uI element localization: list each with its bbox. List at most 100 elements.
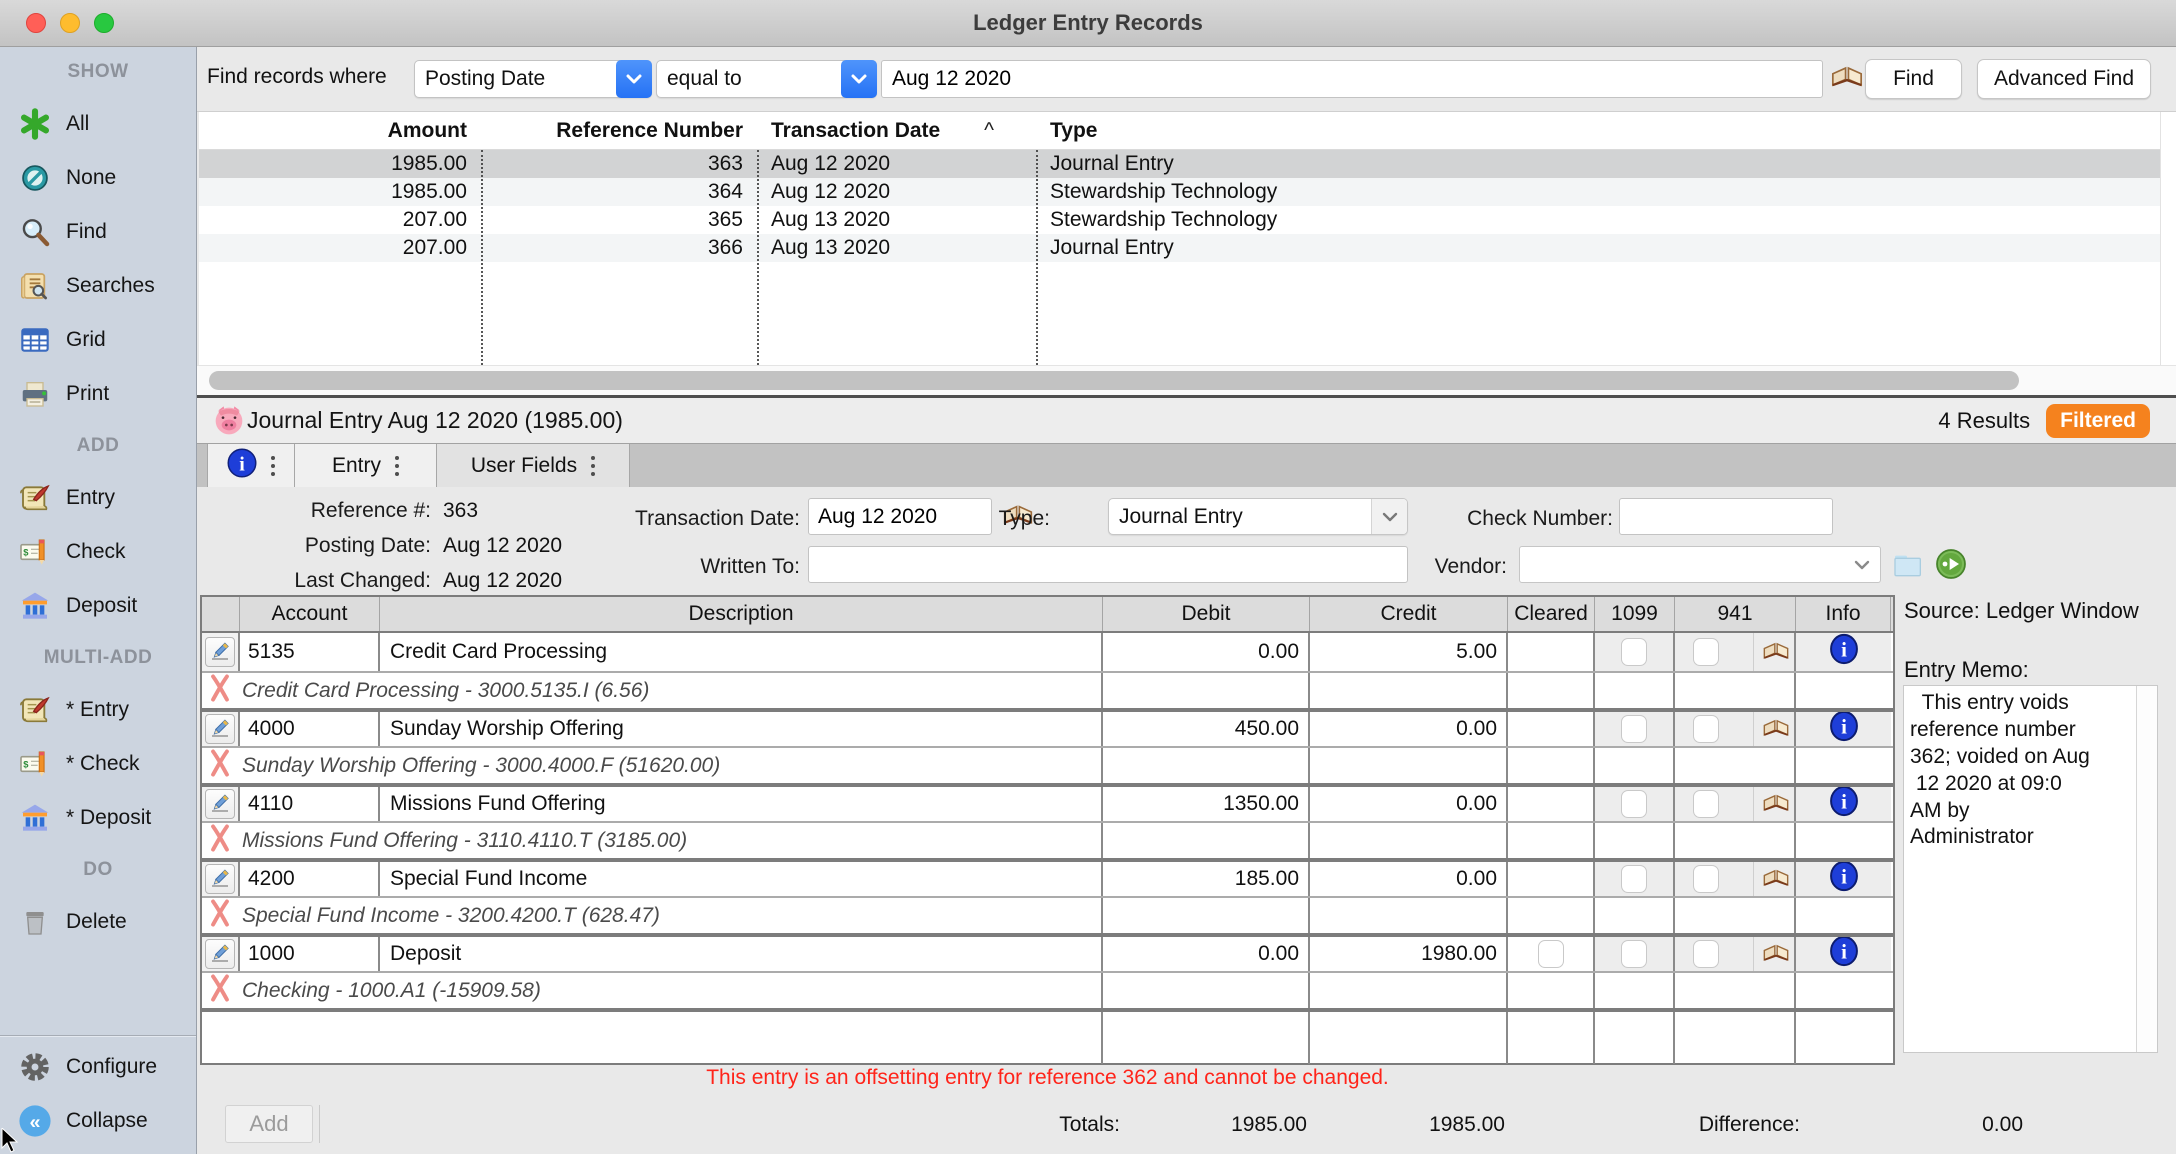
sidebar-item-configure[interactable]: Configure — [0, 1040, 196, 1094]
account-cell[interactable]: 5135 — [240, 633, 380, 671]
entry-memo-box[interactable]: This entry voids reference number 362; v… — [1903, 685, 2158, 1053]
find-field-dropdown[interactable]: Posting Date — [414, 60, 652, 98]
account-cell[interactable]: 4000 — [240, 712, 380, 746]
debit-cell[interactable]: 185.00 — [1103, 862, 1310, 896]
941-cell[interactable] — [1675, 712, 1796, 746]
go-arrow-icon[interactable] — [1935, 548, 1967, 586]
1099-checkbox[interactable] — [1621, 638, 1647, 666]
tab-entry[interactable]: Entry — [295, 444, 437, 488]
edit-line-button[interactable] — [202, 712, 240, 746]
result-row-366[interactable]: 207.00366Aug 13 2020Journal Entry — [199, 234, 2176, 262]
edit-line-button[interactable] — [202, 862, 240, 896]
1099-cell[interactable] — [1595, 862, 1675, 896]
add-line-button[interactable]: Add — [225, 1105, 313, 1143]
chevron-down-icon[interactable] — [1844, 547, 1880, 582]
grid-entry-row-1000[interactable]: 1000Deposit0.001980.00i — [202, 933, 1893, 971]
date-book-icon[interactable] — [1830, 65, 1864, 97]
description-cell[interactable]: Deposit — [380, 937, 1103, 971]
cleared-cell[interactable] — [1508, 937, 1595, 971]
grid-entry-row-5135[interactable]: 5135Credit Card Processing0.005.00 i — [202, 633, 1893, 671]
1099-checkbox[interactable] — [1621, 790, 1647, 818]
pencil-icon[interactable] — [205, 939, 235, 969]
book-icon[interactable] — [1753, 633, 1794, 671]
debit-cell[interactable]: 0.00 — [1103, 633, 1310, 671]
pencil-icon[interactable] — [205, 789, 235, 819]
941-cell[interactable] — [1675, 862, 1796, 896]
find-value-input[interactable] — [881, 60, 1823, 98]
info-icon[interactable]: i — [1829, 712, 1859, 746]
edit-line-button[interactable] — [202, 787, 240, 821]
credit-cell[interactable]: 0.00 — [1310, 712, 1508, 746]
memo-scrollbar[interactable] — [2136, 686, 2157, 1052]
cleared-cell[interactable] — [1508, 787, 1595, 821]
941-cell[interactable] — [1675, 787, 1796, 821]
result-row-365[interactable]: 207.00365Aug 13 2020Stewardship Technolo… — [199, 206, 2176, 234]
credit-cell[interactable]: 0.00 — [1310, 787, 1508, 821]
sidebar-item-all[interactable]: All — [0, 97, 196, 151]
column-header-transaction-date[interactable]: Transaction Date^ — [757, 119, 1036, 143]
description-cell[interactable]: Missions Fund Offering — [380, 787, 1103, 821]
cleared-cell[interactable] — [1508, 712, 1595, 746]
info-cell[interactable]: i — [1796, 787, 1891, 821]
debit-cell[interactable]: 1350.00 — [1103, 787, 1310, 821]
sidebar-item-find[interactable]: Find — [0, 205, 196, 259]
description-cell[interactable]: Credit Card Processing — [380, 633, 1103, 671]
book-icon[interactable] — [1753, 712, 1794, 746]
tab-menu-dots-icon[interactable] — [271, 456, 275, 476]
credit-cell[interactable]: 0.00 — [1310, 862, 1508, 896]
book-icon[interactable] — [1753, 937, 1794, 971]
grid-entry-row-4200[interactable]: 4200Special Fund Income185.000.00i — [202, 858, 1893, 896]
vendor-combo[interactable] — [1519, 546, 1881, 583]
sidebar-item-entry[interactable]: * Entry — [0, 683, 196, 737]
column-header-reference[interactable]: Reference Number — [481, 119, 757, 143]
info-icon[interactable]: i — [1829, 862, 1859, 896]
cleared-checkbox[interactable] — [1538, 940, 1564, 968]
1099-cell[interactable] — [1595, 937, 1675, 971]
pencil-icon[interactable] — [205, 864, 235, 894]
sidebar-item-deposit[interactable]: Deposit — [0, 579, 196, 633]
tab-user-fields[interactable]: User Fields — [437, 444, 630, 488]
info-icon[interactable]: i — [1829, 937, 1859, 971]
tab-menu-dots-icon[interactable] — [395, 456, 399, 476]
type-select[interactable]: Journal Entry — [1108, 498, 1408, 535]
sidebar-item-check[interactable]: $Check — [0, 525, 196, 579]
sidebar-item-collapse[interactable]: «Collapse — [0, 1094, 196, 1148]
info-icon[interactable]: i — [1829, 633, 1859, 671]
column-header-amount[interactable]: Amount — [199, 119, 481, 143]
edit-line-button[interactable] — [202, 937, 240, 971]
scrollbar-thumb[interactable] — [209, 371, 2019, 390]
folder-icon[interactable] — [1891, 549, 1923, 587]
sidebar-item-print[interactable]: Print — [0, 367, 196, 421]
941-checkbox[interactable] — [1693, 865, 1719, 893]
check-number-input[interactable] — [1619, 498, 1833, 535]
cleared-cell[interactable] — [1508, 862, 1595, 896]
book-icon[interactable] — [1753, 862, 1794, 896]
results-horizontal-scrollbar[interactable] — [197, 365, 2176, 395]
credit-cell[interactable]: 5.00 — [1310, 633, 1508, 671]
account-cell[interactable]: 1000 — [240, 937, 380, 971]
1099-checkbox[interactable] — [1621, 865, 1647, 893]
tab-record-info[interactable]: i — [207, 444, 295, 488]
results-vertical-scrollbar[interactable] — [2160, 112, 2176, 365]
debit-cell[interactable]: 450.00 — [1103, 712, 1310, 746]
1099-cell[interactable] — [1595, 712, 1675, 746]
info-cell[interactable]: i — [1796, 862, 1891, 896]
941-checkbox[interactable] — [1693, 638, 1719, 666]
941-cell[interactable] — [1675, 937, 1796, 971]
941-checkbox[interactable] — [1693, 790, 1719, 818]
info-cell[interactable]: i — [1796, 633, 1891, 671]
info-cell[interactable]: i — [1796, 712, 1891, 746]
result-row-363[interactable]: 1985.00363Aug 12 2020Journal Entry — [199, 150, 2176, 178]
written-to-input[interactable] — [808, 546, 1408, 583]
edit-line-button[interactable] — [202, 633, 240, 671]
chevron-down-icon[interactable] — [841, 60, 877, 98]
filtered-badge[interactable]: Filtered — [2046, 404, 2150, 438]
account-cell[interactable]: 4110 — [240, 787, 380, 821]
description-cell[interactable]: Special Fund Income — [380, 862, 1103, 896]
sidebar-item-none[interactable]: None — [0, 151, 196, 205]
result-row-364[interactable]: 1985.00364Aug 12 2020Stewardship Technol… — [199, 178, 2176, 206]
find-operator-dropdown[interactable]: equal to — [656, 60, 877, 98]
chevron-down-icon[interactable] — [1371, 499, 1407, 534]
1099-cell[interactable] — [1595, 787, 1675, 821]
941-checkbox[interactable] — [1693, 715, 1719, 743]
